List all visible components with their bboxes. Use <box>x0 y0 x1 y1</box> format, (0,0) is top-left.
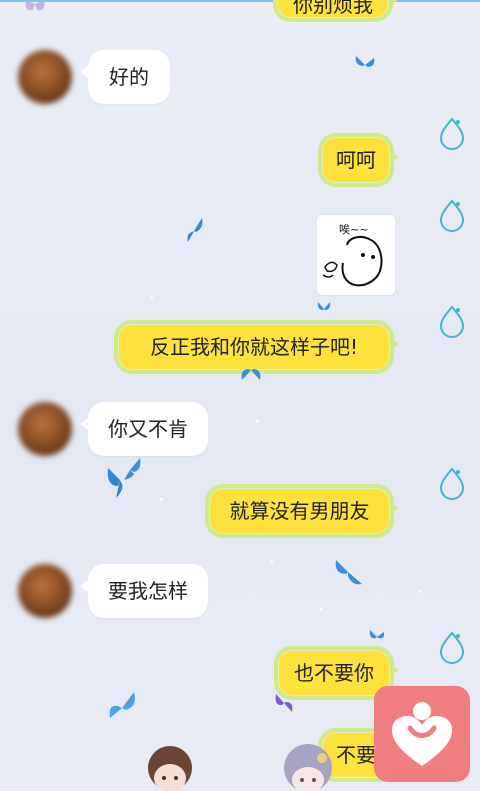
message-bubble-incoming[interactable]: 好的 <box>80 50 170 104</box>
sparkle-decoration <box>418 590 421 593</box>
message-text: 你别烦我 <box>293 0 373 17</box>
message-text: 反正我和你就这样子吧! <box>149 335 359 359</box>
message-text: 你又不肯 <box>108 417 188 441</box>
message-text: 也不要你 <box>294 661 374 685</box>
top-divider <box>0 0 480 2</box>
message-text: 呵呵 <box>336 148 376 172</box>
blue-butterfly-icon <box>335 560 362 585</box>
anime-characters-decoration <box>148 744 332 791</box>
message-text: 就算没有男朋友 <box>229 499 370 523</box>
message-bubble-incoming[interactable]: 要我怎样 <box>80 564 208 618</box>
sticker-message[interactable]: 唉~~ <box>316 214 396 296</box>
message-text: 好的 <box>109 65 149 89</box>
sparkle-decoration <box>160 498 163 501</box>
floating-heart-button[interactable] <box>374 686 470 782</box>
message-bubble-outgoing[interactable]: 就算没有男朋友 <box>205 484 399 538</box>
blue-butterfly-icon <box>241 369 261 380</box>
blue-butterfly-icon <box>355 56 375 67</box>
contact-avatar[interactable] <box>18 564 72 618</box>
sparkle-decoration <box>256 420 259 423</box>
heart-person-icon <box>392 702 452 766</box>
message-bubble-incoming[interactable]: 你又不肯 <box>80 402 208 456</box>
water-drop-icon <box>439 117 465 150</box>
blue-butterfly-icon <box>317 302 331 310</box>
bear-sticker-icon <box>322 236 383 287</box>
message-bubble-outgoing[interactable]: 你别烦我 <box>273 0 398 22</box>
sparkle-decoration <box>150 296 153 299</box>
blue-butterfly-icon <box>369 630 385 639</box>
blue-butterfly-icon <box>107 458 141 498</box>
message-text: 不要 <box>336 743 376 767</box>
sparkle-decoration <box>270 560 273 563</box>
purple-butterfly-icon <box>275 694 293 712</box>
water-drop-icon <box>439 467 465 500</box>
purple-butterfly-icon <box>25 0 45 11</box>
sparkle-decoration <box>320 608 323 611</box>
message-bubble-outgoing[interactable]: 呵呵 <box>318 133 399 187</box>
water-drop-icon <box>439 305 465 338</box>
blue-butterfly-icon <box>109 692 135 718</box>
contact-avatar[interactable] <box>18 50 72 104</box>
blue-butterfly-icon <box>187 218 203 242</box>
water-drop-icon <box>439 199 465 232</box>
message-text: 要我怎样 <box>108 579 188 603</box>
water-drop-icon <box>439 631 465 664</box>
contact-avatar[interactable] <box>18 402 72 456</box>
